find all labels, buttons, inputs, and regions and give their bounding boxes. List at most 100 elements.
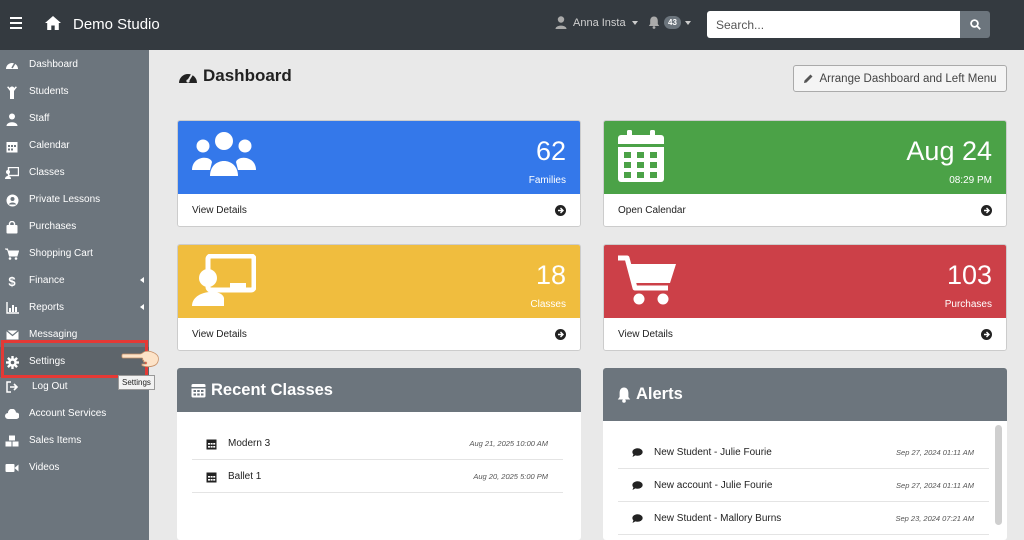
notifications-menu[interactable]: 43 <box>648 16 691 29</box>
sidebar-item-label: Staff <box>29 113 50 124</box>
brand-name[interactable]: Demo Studio <box>73 16 160 33</box>
arrow-circle-right-icon <box>981 329 992 340</box>
pointing-hand-icon <box>121 350 159 368</box>
sidebar-item-finance[interactable]: $ Finance <box>0 269 149 293</box>
sidebar: Dashboard Students Staff Calendar Classe… <box>0 50 149 540</box>
page-title-text: Dashboard <box>203 66 292 85</box>
classes-view-details[interactable]: View Details <box>178 318 580 350</box>
sidebar-item-label: Calendar <box>29 140 70 151</box>
sidebar-item-label: Students <box>29 86 69 97</box>
purchases-view-details[interactable]: View Details <box>604 318 1006 350</box>
cloud-icon <box>5 407 19 421</box>
sidebar-item-shopping-cart[interactable]: Shopping Cart <box>0 242 149 266</box>
sidebar-item-label: Shopping Cart <box>29 248 93 259</box>
sidebar-item-dashboard[interactable]: Dashboard <box>0 53 149 77</box>
tachometer-icon <box>179 73 197 83</box>
sidebar-item-label: Reports <box>29 302 65 313</box>
chevron-left-icon <box>140 277 144 283</box>
dollar-icon: $ <box>8 273 16 289</box>
user-menu[interactable]: Anna Insta <box>555 16 638 29</box>
alert-text: New Student - Julie Fourie <box>654 447 772 458</box>
sidebar-item-label: Private Lessons <box>29 194 101 205</box>
calendar-icon <box>206 439 217 450</box>
chart-icon <box>5 301 19 315</box>
page-title: Dashboard <box>178 66 292 86</box>
sidebar-item-reports[interactable]: Reports <box>0 296 149 320</box>
sidebar-item-calendar[interactable]: Calendar <box>0 134 149 158</box>
classes-label: Classes <box>530 299 566 310</box>
alerts-panel: Alerts New Student - Julie Fourie Sep 27… <box>603 368 1007 540</box>
calendar-icon <box>5 139 19 153</box>
comment-icon <box>632 481 643 490</box>
class-row[interactable]: Ballet 1 Aug 20, 2025 5:00 PM <box>192 460 563 493</box>
purchases-card: 103 Purchases View Details <box>603 244 1007 351</box>
sidebar-item-label: Classes <box>29 167 65 178</box>
chalkboard-teacher-icon <box>192 254 256 306</box>
search-button[interactable] <box>960 11 990 38</box>
home-icon[interactable] <box>44 15 62 31</box>
sidebar-item-sales-items[interactable]: Sales Items <box>0 429 149 453</box>
sidebar-item-purchases[interactable]: Purchases <box>0 215 149 239</box>
families-view-details[interactable]: View Details <box>178 194 580 226</box>
sidebar-item-label: Messaging <box>29 329 78 340</box>
sidebar-item-label: Sales Items <box>29 435 82 446</box>
sidebar-item-label: Account Services <box>29 408 107 419</box>
sidebar-item-videos[interactable]: Videos <box>0 456 149 480</box>
purchases-card-header: 103 Purchases <box>604 245 1006 318</box>
video-icon <box>5 461 19 475</box>
bell-icon <box>617 387 631 403</box>
search-input[interactable] <box>707 11 960 38</box>
top-navbar: Demo Studio Anna Insta 43 <box>0 0 1024 50</box>
settings-tooltip: Settings <box>118 375 155 390</box>
class-time: Aug 21, 2025 10:00 AM <box>469 439 548 448</box>
arrow-circle-right-icon <box>981 205 992 216</box>
arrow-circle-right-icon <box>555 205 566 216</box>
sidebar-item-label: Dashboard <box>29 59 78 70</box>
class-name: Modern 3 <box>228 438 271 449</box>
open-calendar-link[interactable]: Open Calendar <box>604 194 1006 226</box>
chevron-down-icon <box>684 20 691 25</box>
sidebar-item-students[interactable]: Students <box>0 80 149 104</box>
alert-row[interactable]: New Student - Mallory Burns Sep 23, 2024… <box>618 502 989 535</box>
sidebar-item-private-lessons[interactable]: Private Lessons <box>0 188 149 212</box>
alert-row[interactable]: New Student - Julie Fourie Sep 27, 2024 … <box>618 436 989 469</box>
comment-icon <box>632 448 643 457</box>
current-date: Aug 24 <box>906 136 992 166</box>
calendar-card: Aug 24 08:29 PM Open Calendar <box>603 120 1007 227</box>
classes-card-header: 18 Classes <box>178 245 580 318</box>
sidebar-item-classes[interactable]: Classes <box>0 161 149 185</box>
hamburger-menu-icon[interactable] <box>10 17 22 31</box>
chalkboard-icon <box>5 166 19 180</box>
view-details-label: View Details <box>618 329 673 340</box>
recent-classes-panel: Recent Classes Modern 3 Aug 21, 2025 10:… <box>177 368 581 540</box>
recent-classes-header: Recent Classes <box>177 368 581 412</box>
sidebar-item-account-services[interactable]: Account Services <box>0 402 149 426</box>
alert-time: Sep 23, 2024 07:21 AM <box>895 514 974 523</box>
sidebar-item-staff[interactable]: Staff <box>0 107 149 131</box>
sidebar-item-label: Log Out <box>32 381 68 392</box>
user-name: Anna Insta <box>573 16 626 29</box>
alert-time: Sep 27, 2024 01:11 AM <box>896 448 974 457</box>
view-details-label: View Details <box>192 329 247 340</box>
arrow-circle-right-icon <box>555 329 566 340</box>
alert-row[interactable]: New account - Julie Fourie Sep 27, 2024 … <box>618 469 989 502</box>
open-calendar-label: Open Calendar <box>618 205 686 216</box>
alert-time: Sep 27, 2024 01:11 AM <box>896 481 974 490</box>
calendar-icon <box>618 130 664 182</box>
class-time: Aug 20, 2025 5:00 PM <box>473 472 548 481</box>
classes-count: 18 <box>535 260 566 290</box>
calendar-icon <box>206 472 217 483</box>
alerts-header: Alerts <box>603 368 1007 421</box>
calendar-card-header: Aug 24 08:29 PM <box>604 121 1006 194</box>
alert-text: New account - Julie Fourie <box>654 480 773 491</box>
alerts-scrollbar[interactable] <box>995 425 1002 525</box>
arrange-dashboard-button[interactable]: Arrange Dashboard and Left Menu <box>793 65 1007 92</box>
class-row[interactable]: Modern 3 Aug 21, 2025 10:00 AM <box>192 427 563 460</box>
purchases-count: 103 <box>946 260 992 290</box>
notification-count-badge: 43 <box>664 16 681 29</box>
recent-classes-title: Recent Classes <box>211 380 333 399</box>
chevron-down-icon <box>631 20 638 25</box>
cart-icon <box>5 247 19 261</box>
alert-text: New Student - Mallory Burns <box>654 513 782 524</box>
cubes-icon <box>5 434 19 448</box>
